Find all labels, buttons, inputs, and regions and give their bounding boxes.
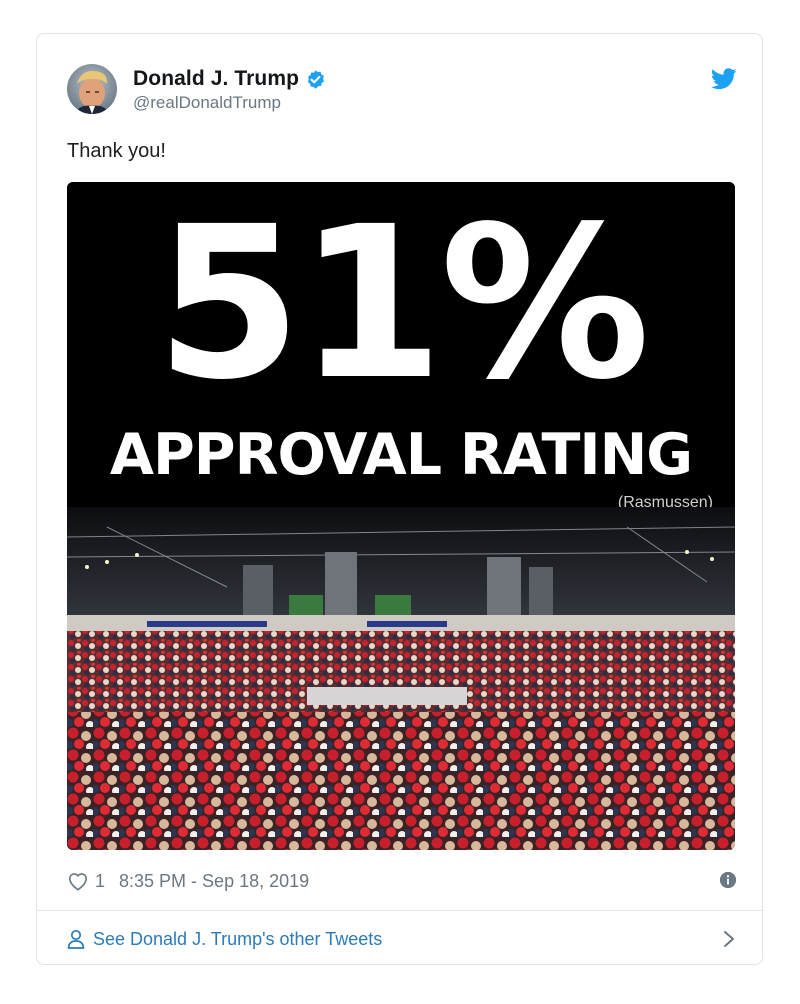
rally-crowd-photo bbox=[67, 507, 735, 850]
image-headline-area: 51% APPROVAL RATING (Rasmussen) bbox=[67, 182, 735, 517]
twitter-bird-icon[interactable] bbox=[711, 68, 737, 90]
headline-text: APPROVAL RATING bbox=[109, 422, 693, 488]
info-icon[interactable] bbox=[719, 871, 737, 889]
heart-icon[interactable] bbox=[67, 871, 89, 891]
tweet-text: Thank you! bbox=[67, 140, 166, 162]
person-icon bbox=[67, 929, 85, 949]
avatar[interactable] bbox=[67, 64, 117, 114]
tweet-card: Donald J. Trump @realDonaldTrump Thank y… bbox=[36, 33, 763, 965]
like-count[interactable]: 1 bbox=[95, 871, 105, 892]
tweet-timestamp[interactable]: 8:35 PM - Sep 18, 2019 bbox=[119, 871, 309, 892]
author-name[interactable]: Donald J. Trump bbox=[133, 67, 299, 91]
author-handle[interactable]: @realDonaldTrump bbox=[133, 93, 326, 113]
tweet-header: Donald J. Trump @realDonaldTrump bbox=[67, 64, 737, 116]
chevron-right-icon[interactable] bbox=[723, 930, 735, 948]
headline-number: 51% bbox=[155, 182, 651, 426]
profile-photo-icon bbox=[67, 64, 117, 114]
tweet-image[interactable]: 51% APPROVAL RATING (Rasmussen) bbox=[67, 182, 735, 850]
see-other-tweets-link[interactable]: See Donald J. Trump's other Tweets bbox=[67, 924, 737, 954]
verified-badge-icon bbox=[307, 69, 325, 89]
tweet-meta: 1 8:35 PM - Sep 18, 2019 bbox=[67, 867, 737, 895]
see-other-tweets-label[interactable]: See Donald J. Trump's other Tweets bbox=[93, 929, 382, 950]
author-block[interactable]: Donald J. Trump @realDonaldTrump bbox=[133, 66, 326, 113]
divider bbox=[37, 910, 762, 911]
